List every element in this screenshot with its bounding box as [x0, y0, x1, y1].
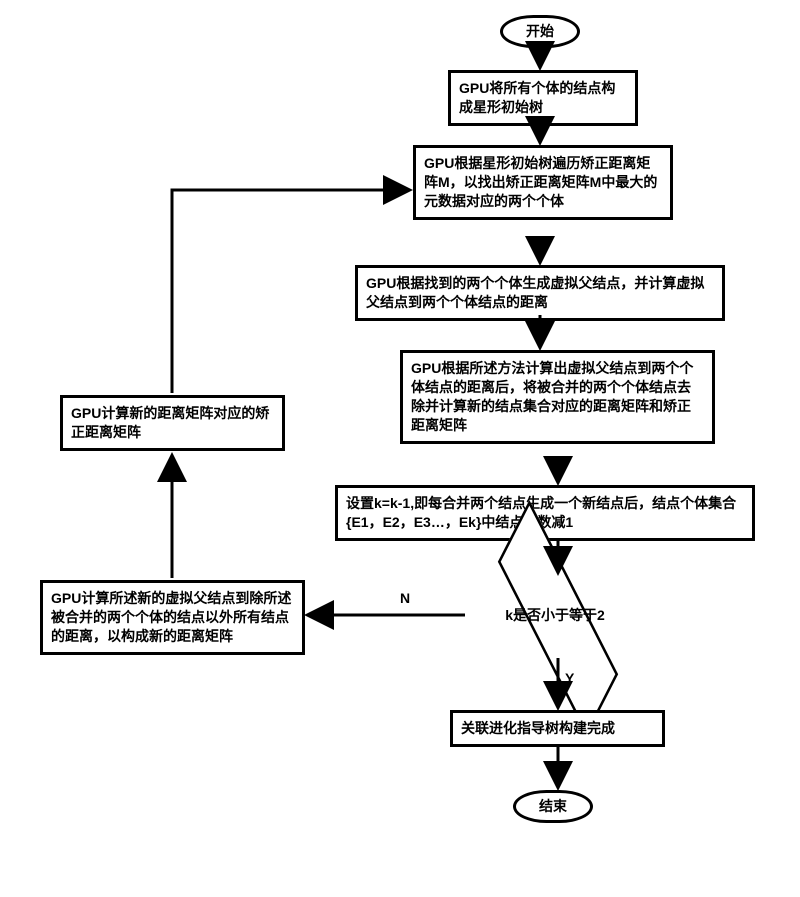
- left2-text: GPU计算新的距离矩阵对应的矫正距离矩阵: [71, 405, 269, 440]
- left1-new-distance-matrix: GPU计算所述新的虚拟父结点到除所述被合并的两个个体的结点以外所有结点的距离，以…: [40, 580, 305, 655]
- step1-text: GPU将所有个体的结点构成星形初始树: [459, 80, 615, 115]
- start-label: 开始: [526, 23, 554, 39]
- no-label: N: [400, 590, 410, 606]
- step4-text: GPU根据所述方法计算出虚拟父结点到两个个体结点的距离后，将被合并的两个个体结点…: [411, 360, 693, 433]
- yes-label: Y: [565, 670, 574, 686]
- left2-new-corrected-matrix: GPU计算新的距离矩阵对应的矫正距离矩阵: [60, 395, 285, 451]
- end-label: 结束: [539, 798, 567, 814]
- start-node: 开始: [500, 15, 580, 48]
- step2-traverse-matrix: GPU根据星形初始树遍历矫正距离矩阵M，以找出矫正距离矩阵M中最大的元数据对应的…: [413, 145, 673, 220]
- step2-text: GPU根据星形初始树遍历矫正距离矩阵M，以找出矫正距离矩阵M中最大的元数据对应的…: [424, 155, 657, 209]
- step6-tree-complete: 关联进化指导树构建完成: [450, 710, 665, 747]
- step3-text: GPU根据找到的两个个体生成虚拟父结点，并计算虚拟父结点到两个个体结点的距离: [366, 275, 704, 310]
- step6-text: 关联进化指导树构建完成: [461, 720, 615, 736]
- decision-k-le-2: k是否小于等于2: [465, 585, 645, 645]
- left1-text: GPU计算所述新的虚拟父结点到除所述被合并的两个个体的结点以外所有结点的距离，以…: [51, 590, 291, 644]
- step4-remove-merged: GPU根据所述方法计算出虚拟父结点到两个个体结点的距离后，将被合并的两个个体结点…: [400, 350, 715, 444]
- step3-virtual-parent: GPU根据找到的两个个体生成虚拟父结点，并计算虚拟父结点到两个个体结点的距离: [355, 265, 725, 321]
- step1-star-tree: GPU将所有个体的结点构成星形初始树: [448, 70, 638, 126]
- end-node: 结束: [513, 790, 593, 823]
- decision-text: k是否小于等于2: [505, 607, 605, 623]
